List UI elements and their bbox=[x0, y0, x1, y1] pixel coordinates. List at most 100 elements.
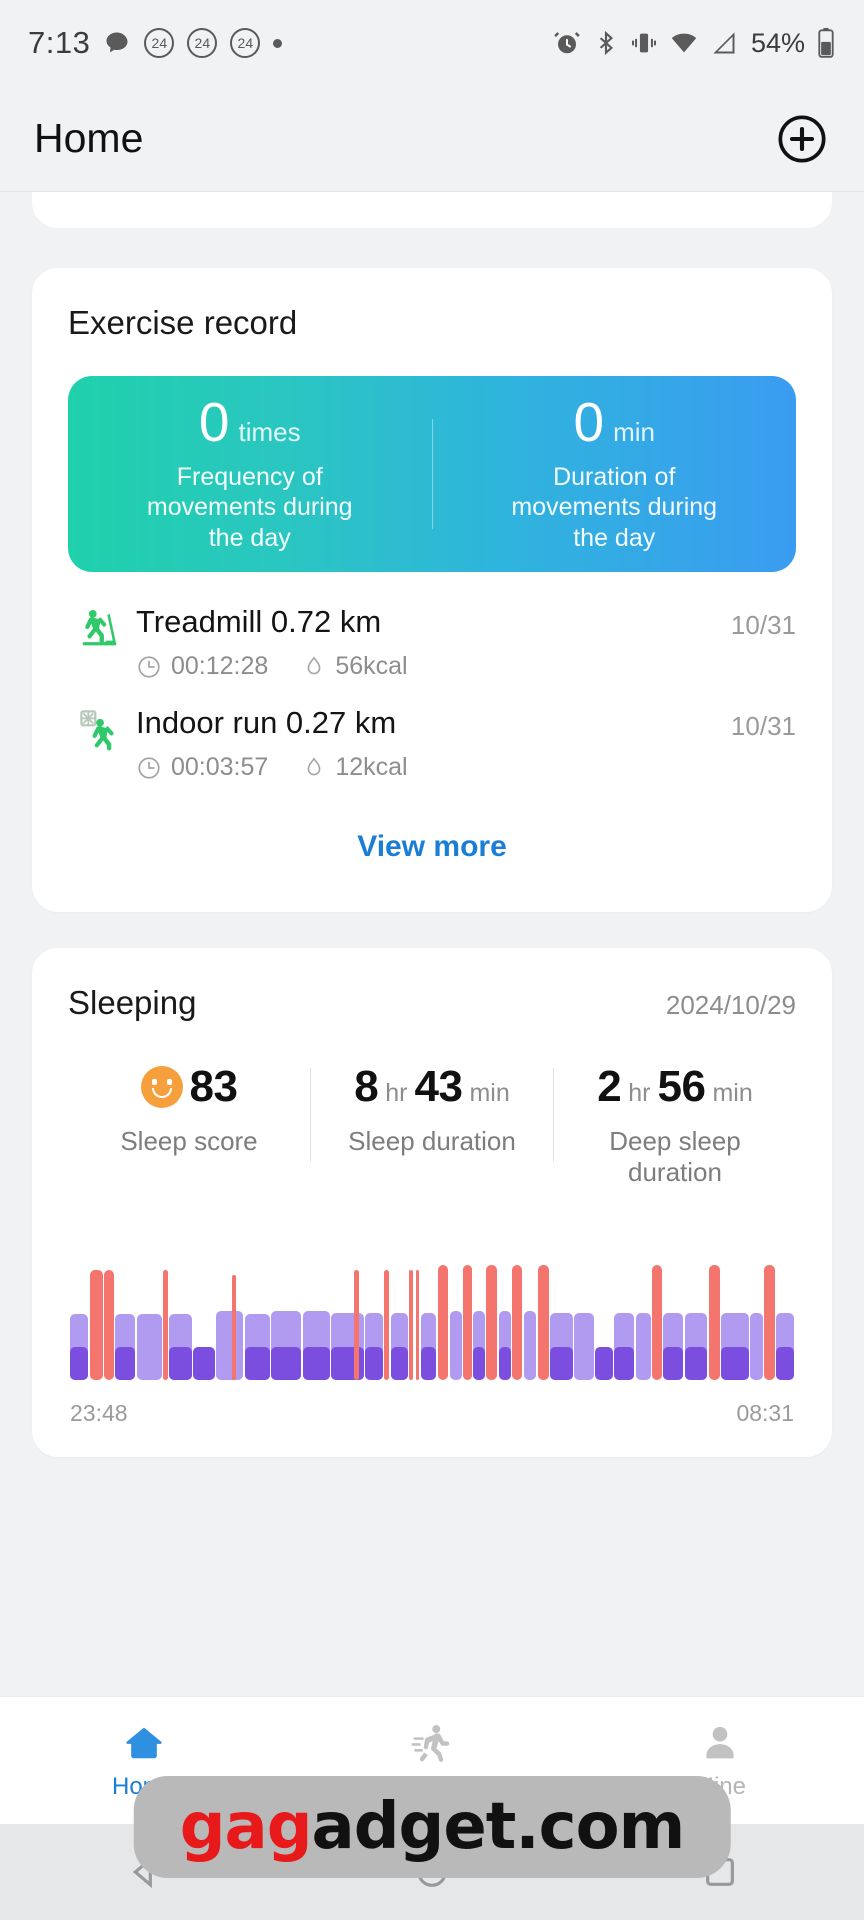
sleep-bar-deep bbox=[498, 1346, 512, 1381]
frequency-unit: times bbox=[238, 416, 301, 447]
sleep-bar-deep bbox=[169, 1346, 192, 1381]
sleep-duration-hours: 8 bbox=[354, 1062, 379, 1111]
banner-frequency: 0 times Frequency of movements during th… bbox=[68, 390, 432, 554]
clock-icon bbox=[136, 755, 162, 781]
sleep-bar-light bbox=[635, 1313, 651, 1381]
exercise-calories: 56kcal bbox=[302, 652, 408, 681]
sleep-bar-deep bbox=[271, 1346, 302, 1381]
sleep-bar-deep bbox=[473, 1346, 485, 1381]
exercise-record-card[interactable]: Exercise record 0 times Frequency of mov… bbox=[32, 268, 832, 912]
sleep-bar-awake bbox=[708, 1265, 720, 1381]
sleep-bar-light bbox=[136, 1314, 162, 1381]
badge-text: 24 bbox=[237, 35, 254, 51]
badge-24-icon-1: 24 bbox=[144, 28, 175, 58]
sleep-bar-awake bbox=[438, 1265, 449, 1381]
exercise-summary-banner[interactable]: 0 times Frequency of movements during th… bbox=[68, 376, 796, 572]
sleep-bar-awake bbox=[409, 1269, 414, 1381]
sleep-bar-light bbox=[574, 1313, 595, 1381]
exercise-record-title: Exercise record bbox=[68, 304, 298, 341]
smiley-icon bbox=[140, 1066, 183, 1108]
table-row[interactable]: Treadmill 0.72 km 00:12:28 56kcal 10/31 bbox=[68, 588, 796, 689]
sleep-bar-deep bbox=[595, 1346, 613, 1381]
home-icon[interactable] bbox=[122, 1721, 166, 1765]
watermark-part2: adget.com bbox=[311, 1790, 686, 1864]
duration-unit: min bbox=[613, 416, 655, 447]
watermark-part1: gag bbox=[179, 1790, 313, 1864]
sleep-score-caption: Sleep score bbox=[120, 1126, 258, 1156]
badge-24-icon-3: 24 bbox=[230, 28, 261, 58]
sleep-bar-awake bbox=[90, 1269, 103, 1381]
sleep-bar-light bbox=[523, 1310, 537, 1381]
sleep-bar-deep bbox=[721, 1346, 749, 1381]
sleep-bar-deep bbox=[614, 1346, 635, 1381]
sleep-bar-deep bbox=[70, 1346, 88, 1381]
calories-text: 12kcal bbox=[335, 753, 408, 781]
sleep-bar-deep bbox=[365, 1346, 383, 1381]
duration-value: 0 bbox=[573, 390, 605, 453]
sleep-bar-awake bbox=[651, 1265, 662, 1381]
sleep-stages-chart[interactable] bbox=[70, 1260, 794, 1381]
sleeping-card[interactable]: Sleeping 2024/10/29 83 Sleep score 8 hr … bbox=[32, 948, 832, 1458]
deep-sleep-caption: Deep sleep duration bbox=[609, 1126, 741, 1188]
app-header: Home bbox=[0, 86, 864, 192]
exercise-name: Indoor run 0.27 km bbox=[136, 705, 397, 740]
sleep-bar-deep bbox=[244, 1346, 270, 1381]
sleep-bar-awake bbox=[354, 1269, 360, 1381]
watermark: gag adget.com bbox=[133, 1776, 731, 1878]
running-icon[interactable] bbox=[410, 1721, 454, 1765]
sleep-bar-deep bbox=[663, 1346, 684, 1381]
view-more-button[interactable]: View more bbox=[68, 790, 796, 882]
exercise-duration: 00:03:57 bbox=[136, 753, 268, 782]
bluetooth-icon bbox=[593, 29, 619, 57]
status-bar: 7:13 24 24 24 54% bbox=[0, 0, 864, 86]
sleep-bar-awake bbox=[103, 1269, 114, 1381]
sleep-bar-awake bbox=[763, 1265, 776, 1381]
sleep-stats: 83 Sleep score 8 hr 43 min Sleep duratio… bbox=[68, 1062, 796, 1188]
vibrate-icon bbox=[630, 29, 658, 57]
banner-duration: 0 min Duration of movements during the d… bbox=[433, 390, 797, 554]
person-icon[interactable] bbox=[698, 1721, 742, 1765]
frequency-label: Frequency of movements during the day bbox=[146, 462, 353, 552]
deep-sleep-hours: 2 bbox=[597, 1062, 622, 1111]
calories-text: 56kcal bbox=[335, 652, 408, 680]
sleep-bar-awake bbox=[486, 1265, 498, 1381]
deep-sleep-minutes-unit: min bbox=[712, 1079, 753, 1107]
indoor-run-icon bbox=[68, 705, 130, 751]
sleep-bar-awake bbox=[415, 1269, 420, 1381]
flame-icon bbox=[302, 755, 326, 781]
view-more-label: View more bbox=[357, 830, 507, 863]
sleep-bar-light bbox=[215, 1310, 244, 1381]
duration-text: 00:03:57 bbox=[171, 753, 269, 781]
previous-card-peek[interactable] bbox=[32, 192, 832, 228]
sleep-duration-stat: 8 hr 43 min Sleep duration bbox=[311, 1062, 553, 1188]
flame-icon bbox=[302, 654, 326, 680]
sleep-bar-awake bbox=[463, 1265, 473, 1381]
frequency-value: 0 bbox=[198, 390, 230, 453]
sleep-bar-deep bbox=[115, 1346, 136, 1381]
plus-circle-icon[interactable] bbox=[776, 113, 828, 165]
sleep-score-stat: 83 Sleep score bbox=[68, 1062, 310, 1188]
duration-text: 00:12:28 bbox=[171, 652, 269, 680]
wifi-icon bbox=[669, 29, 699, 57]
sleep-bar-deep bbox=[390, 1346, 409, 1381]
page-title: Home bbox=[34, 115, 144, 161]
deep-sleep-hours-unit: hr bbox=[628, 1079, 651, 1107]
table-row[interactable]: Indoor run 0.27 km 00:03:57 12kcal 10/31 bbox=[68, 689, 796, 790]
exercise-duration: 00:12:28 bbox=[136, 652, 268, 681]
sleep-bar-light bbox=[449, 1310, 463, 1381]
sleep-bar-awake bbox=[512, 1265, 523, 1381]
dot-icon bbox=[273, 38, 283, 48]
exercise-name: Treadmill 0.72 km bbox=[136, 604, 382, 639]
sleep-bar-awake bbox=[384, 1269, 390, 1381]
sleep-duration-caption: Sleep duration bbox=[348, 1126, 516, 1156]
scroll-content[interactable]: Exercise record 0 times Frequency of mov… bbox=[0, 192, 864, 1696]
sleeping-title: Sleeping bbox=[68, 984, 197, 1021]
sleep-bar-deep bbox=[331, 1346, 365, 1381]
add-button[interactable] bbox=[774, 111, 830, 167]
axis-start-label: 23:48 bbox=[70, 1400, 128, 1427]
badge-text: 24 bbox=[151, 35, 168, 51]
deep-sleep-stat: 2 hr 56 min Deep sleep duration bbox=[554, 1062, 796, 1188]
battery-percent: 54% bbox=[750, 27, 805, 58]
sleep-bar-deep bbox=[684, 1346, 708, 1381]
sleep-bar-deep bbox=[302, 1346, 331, 1381]
